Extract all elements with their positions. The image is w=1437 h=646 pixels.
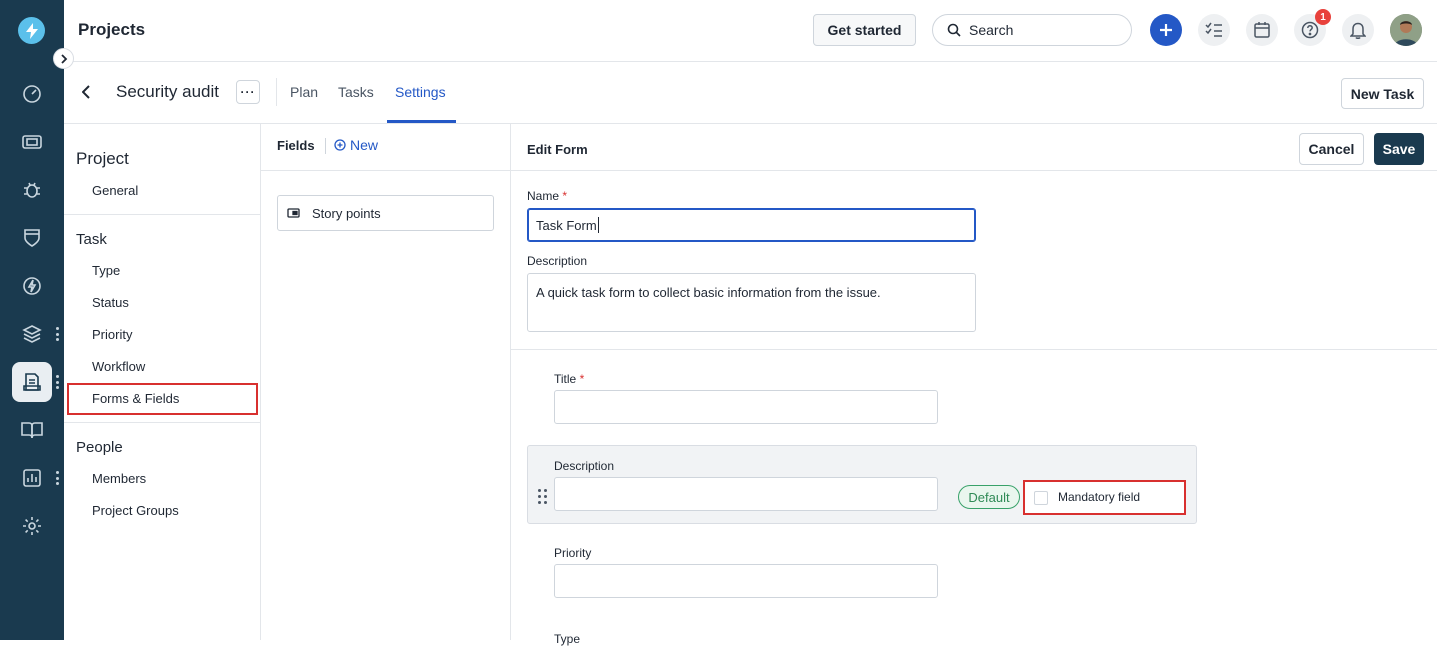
type-field-label: Type (554, 632, 581, 646)
new-field-label: New (350, 137, 379, 153)
search-box[interactable]: Search (932, 14, 1132, 46)
tab-tasks[interactable]: Tasks (338, 84, 374, 100)
checklist-icon[interactable] (1198, 14, 1230, 46)
name-label: Name * (527, 189, 567, 203)
nav-group-project: Project (76, 149, 129, 168)
save-button[interactable]: Save (1374, 133, 1424, 165)
project-name: Security audit (116, 82, 219, 101)
forms-more-icon[interactable] (54, 375, 60, 389)
description-label: Description (527, 254, 588, 268)
help-notification-badge: 1 (1315, 9, 1331, 25)
shield-icon[interactable] (12, 218, 52, 258)
form-name-value: Task Form (536, 217, 597, 233)
top-bar: Projects Get started Search 1 (64, 0, 1437, 62)
field-item[interactable]: Story points (277, 195, 494, 231)
layers-more-icon[interactable] (54, 327, 60, 341)
required-mark: * (562, 189, 568, 203)
story-points-icon (287, 208, 300, 218)
nav-item-general[interactable]: General (92, 183, 138, 198)
fields-header: Fields New (261, 124, 510, 171)
form-description-input[interactable]: A quick task form to collect basic infor… (527, 273, 976, 332)
edit-form-panel: Edit Form Cancel Save Name * Task Form D… (511, 124, 1437, 646)
new-task-button[interactable]: New Task (1341, 78, 1424, 109)
user-avatar[interactable] (1390, 14, 1422, 46)
bug-icon[interactable] (12, 170, 52, 210)
nav-item-project-groups[interactable]: Project Groups (92, 503, 179, 518)
drag-handle-icon[interactable] (538, 489, 548, 505)
search-icon (947, 23, 961, 37)
divider (64, 214, 260, 215)
layers-icon[interactable] (12, 314, 52, 354)
add-circle-icon (334, 139, 346, 151)
tab-plan[interactable]: Plan (290, 84, 318, 100)
settings-gear-icon[interactable] (12, 506, 52, 546)
fields-title: Fields (277, 138, 315, 153)
field-item-label: Story points (312, 205, 381, 221)
forms-icon[interactable] (12, 362, 52, 402)
description-field-label: Description (554, 459, 615, 473)
nav-group-task: Task (76, 231, 107, 248)
app-title: Projects (78, 20, 146, 39)
nav-item-status[interactable]: Status (92, 295, 129, 310)
plus-icon (1160, 24, 1172, 36)
bell-icon[interactable] (1342, 14, 1374, 46)
default-badge: Default (958, 485, 1020, 509)
edit-form-header: Edit Form Cancel Save (511, 124, 1437, 171)
name-label-text: Name (527, 189, 560, 203)
divider (511, 349, 1437, 350)
search-label: Search (969, 22, 1014, 38)
text-caret (597, 217, 599, 233)
create-plus-button[interactable] (1150, 14, 1182, 46)
back-chevron-icon[interactable] (78, 82, 94, 102)
nav-item-priority[interactable]: Priority (92, 327, 132, 342)
title-field-label: Title * (554, 372, 584, 386)
mandatory-field-toggle[interactable]: Mandatory field (1023, 480, 1186, 515)
app-rail (0, 0, 74, 640)
project-more-button[interactable]: ··· (236, 80, 260, 104)
dashboard-icon[interactable] (12, 74, 52, 114)
calendar-icon[interactable] (1246, 14, 1278, 46)
nav-item-workflow[interactable]: Workflow (92, 359, 145, 374)
nav-item-members[interactable]: Members (92, 471, 146, 486)
cancel-button[interactable]: Cancel (1299, 133, 1364, 165)
get-started-button[interactable]: Get started (813, 14, 916, 46)
priority-field-input[interactable] (554, 564, 938, 598)
divider (325, 138, 326, 154)
lightning-icon[interactable] (12, 266, 52, 306)
fields-panel: Fields New Story points (261, 124, 511, 640)
title-field-label-text: Title (554, 372, 577, 386)
description-field-input[interactable] (554, 477, 938, 511)
reports-more-icon[interactable] (54, 471, 60, 485)
ticket-icon[interactable] (12, 122, 52, 162)
expand-rail-icon[interactable] (53, 48, 74, 69)
divider (64, 422, 260, 423)
edit-form-title: Edit Form (527, 142, 588, 157)
nav-group-people: People (76, 439, 123, 456)
active-tab-indicator (387, 120, 456, 123)
new-field-button[interactable]: New (334, 137, 378, 153)
form-name-input[interactable]: Task Form (527, 208, 976, 242)
tab-settings[interactable]: Settings (395, 84, 446, 100)
priority-field-label: Priority (554, 546, 592, 560)
book-icon[interactable] (12, 410, 52, 450)
settings-nav: Project General Task Type Status Priorit… (64, 124, 261, 640)
nav-item-type[interactable]: Type (92, 263, 120, 278)
mandatory-field-label: Mandatory field (1058, 490, 1141, 504)
reports-icon[interactable] (12, 458, 52, 498)
title-field-input[interactable] (554, 390, 938, 424)
app-logo-icon[interactable] (18, 17, 45, 44)
required-mark: * (579, 372, 585, 386)
project-header: Security audit ··· Plan Tasks Settings N… (64, 62, 1437, 124)
divider (276, 78, 277, 106)
mandatory-checkbox[interactable] (1034, 491, 1048, 505)
nav-item-forms-fields[interactable]: Forms & Fields (92, 391, 179, 406)
